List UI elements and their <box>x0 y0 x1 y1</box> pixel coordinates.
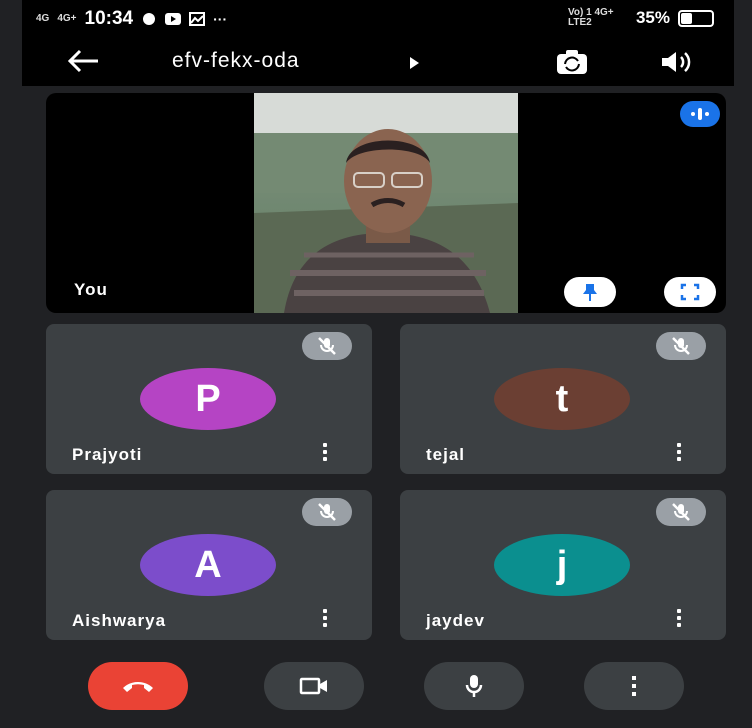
signal-2: 4G+ <box>57 13 77 24</box>
call-controls <box>22 650 734 728</box>
battery-icon <box>678 9 714 27</box>
more-options-button[interactable] <box>584 662 684 710</box>
participant-name: Aishwarya <box>72 611 167 630</box>
speaker-icon[interactable] <box>658 48 694 76</box>
more-options-icon[interactable] <box>318 606 332 632</box>
back-arrow-icon[interactable] <box>66 48 100 74</box>
participant-name: jaydev <box>426 611 485 630</box>
mic-off-icon <box>672 503 690 521</box>
self-label: You <box>74 280 108 299</box>
caret-right-icon[interactable] <box>410 57 419 69</box>
self-view-tile[interactable]: You <box>46 93 726 313</box>
participant-name: Prajyoti <box>72 445 143 464</box>
participant-name: tejal <box>426 445 466 464</box>
mic-off-icon <box>672 337 690 355</box>
data-saver-icon <box>143 13 156 25</box>
mic-off-badge <box>656 332 706 360</box>
participant-avatar: j <box>494 534 630 596</box>
status-right: Vo) 1 4G+ LTE2 35% <box>568 8 714 28</box>
videocam-icon <box>299 677 327 695</box>
mic-toggle-button[interactable] <box>424 662 524 710</box>
participant-avatar: t <box>494 368 630 430</box>
mic-off-badge <box>656 498 706 526</box>
network-indicator: Vo) 1 4G+ LTE2 <box>567 7 614 28</box>
camera-toggle-button[interactable] <box>264 662 364 710</box>
mic-off-icon <box>318 337 336 355</box>
pin-icon <box>583 284 597 301</box>
more-vert-icon <box>632 676 636 696</box>
notification-icons: ··· <box>141 11 227 27</box>
participant-tile[interactable]: j jaydev <box>400 490 726 640</box>
youtube-icon <box>165 13 182 25</box>
fullscreen-button[interactable] <box>664 277 716 307</box>
participant-avatar: P <box>140 368 276 430</box>
participant-avatar: A <box>140 534 276 596</box>
phone-screen: 4G 4G+ 10:34 ··· Vo) 1 4G+ LTE2 35% efv-… <box>22 0 734 728</box>
fullscreen-icon <box>680 283 700 301</box>
gallery-icon <box>189 12 206 26</box>
mic-icon <box>465 675 483 697</box>
end-call-button[interactable] <box>88 662 188 710</box>
self-video-feed <box>254 93 518 313</box>
participant-tile[interactable]: t tejal <box>400 324 726 474</box>
participant-tile[interactable]: A Aishwarya <box>46 490 372 640</box>
mic-off-badge <box>302 498 352 526</box>
mic-off-badge <box>302 332 352 360</box>
more-options-icon[interactable] <box>318 440 332 466</box>
participant-tile[interactable]: P Prajyoti <box>46 324 372 474</box>
status-left: 4G 4G+ 10:34 ··· <box>36 8 227 30</box>
clock: 10:34 <box>84 8 134 29</box>
meeting-code[interactable]: efv-fekx-oda <box>172 49 300 73</box>
battery-percent: 35% <box>635 8 670 27</box>
more-notifications-icon: ··· <box>213 11 228 27</box>
meeting-top-bar: efv-fekx-oda <box>22 36 734 86</box>
more-options-icon[interactable] <box>672 440 686 466</box>
switch-camera-icon[interactable] <box>554 48 590 76</box>
audio-level-icon <box>680 101 720 127</box>
status-bar: 4G 4G+ 10:34 ··· Vo) 1 4G+ LTE2 35% <box>22 0 734 36</box>
mic-off-icon <box>318 503 336 521</box>
pin-button[interactable] <box>564 277 616 307</box>
more-options-icon[interactable] <box>672 606 686 632</box>
signal-1: 4G <box>36 13 50 24</box>
person-silhouette <box>254 93 518 313</box>
call-end-icon <box>123 682 153 692</box>
